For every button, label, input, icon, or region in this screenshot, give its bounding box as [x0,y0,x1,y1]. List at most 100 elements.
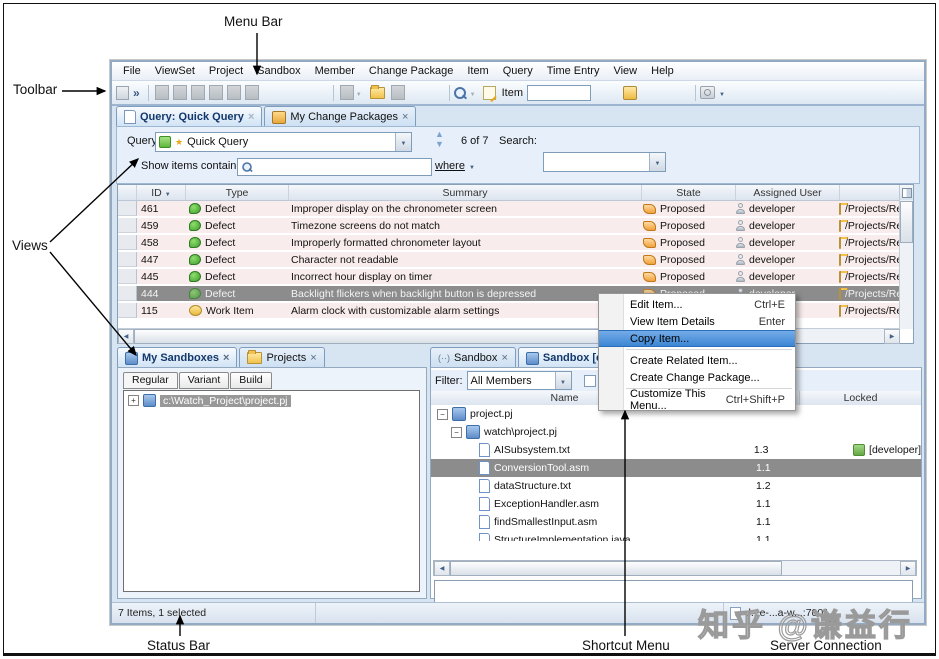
edit-item-icon[interactable] [483,86,496,100]
tab-regular[interactable]: Regular [123,372,178,389]
scroll-right-icon[interactable]: ▶ [884,329,900,344]
tab-build[interactable]: Build [230,372,271,389]
member-row[interactable]: dataStructure.txt 1.2 [431,477,921,495]
row-selector[interactable] [118,269,137,284]
member-history-icon[interactable] [340,85,354,100]
row-selector[interactable] [118,252,137,267]
menu-change-package[interactable]: Change Package [362,63,460,79]
item-row[interactable]: 447 Defect Character not readable Propos… [118,252,913,267]
member-row-selected[interactable]: ConversionTool.asm 1.1 [431,459,921,477]
check-in-icon[interactable] [227,85,241,100]
menu-viewset[interactable]: ViewSet [148,63,202,79]
edit-member-icon[interactable] [209,85,223,100]
tab-my-change-packages[interactable]: My Change Packages [264,106,416,127]
menu-item-edit-item[interactable]: Edit Item...Ctrl+E [599,296,795,313]
menu-item-view-item-details[interactable]: View Item DetailsEnter [599,313,795,330]
close-tab-icon[interactable] [223,352,229,364]
menu-member[interactable]: Member [308,63,362,79]
tab-projects[interactable]: Projects [239,347,324,368]
query-combobox[interactable]: Quick Query [155,132,412,152]
menu-file[interactable]: File [116,63,148,79]
menu-item-customize-this-menu[interactable]: Customize This Menu...Ctrl+Shift+P [599,391,795,408]
where-dropdown-arrow-icon[interactable] [469,160,475,172]
scrollbar-thumb[interactable] [900,201,913,243]
items-vertical-scrollbar[interactable] [899,200,913,329]
item-row[interactable]: 459 Defect Timezone screens do not match… [118,218,913,233]
sandbox-tree-item[interactable]: c:\Watch_Project\project.pj [124,391,419,407]
view-members-icon[interactable] [191,85,205,100]
menu-view[interactable]: View [606,63,644,79]
filter-dropdown-button[interactable] [555,372,571,389]
open-sandbox-icon[interactable] [173,85,187,100]
screenshot-icon[interactable] [700,86,715,99]
containing-input[interactable] [237,158,432,176]
menu-item-create-change-package[interactable]: Create Change Package... [599,369,795,386]
open-project-icon[interactable] [155,85,169,100]
filter-checkbox[interactable] [584,375,596,387]
row-selector[interactable] [118,235,137,250]
column-header-type[interactable]: Type [186,185,289,200]
column-header-summary[interactable]: Summary [289,185,642,200]
screenshot-dropdown-arrow-icon[interactable] [719,87,725,99]
column-header-locked[interactable]: Locked [800,391,921,405]
search-dropdown-arrow-icon[interactable] [470,87,476,99]
close-tab-icon[interactable] [248,111,254,123]
item-id-input[interactable] [527,85,591,101]
column-header-id[interactable]: ID [137,185,186,200]
members-horizontal-scrollbar[interactable]: ◀ ▶ [433,560,917,576]
menu-time-entry[interactable]: Time Entry [540,63,607,79]
member-row[interactable]: findSmallestInput.asm 1.1 [431,513,921,531]
search-icon[interactable] [454,87,466,99]
subproject-row[interactable]: watch\project.pj [431,423,921,441]
where-link[interactable]: where [435,160,475,172]
row-selector[interactable] [118,201,137,216]
expand-icon[interactable] [128,395,139,406]
close-tab-icon[interactable] [501,352,507,364]
favorite-star-icon [175,136,183,148]
menu-project[interactable]: Project [202,63,250,79]
check-out-icon[interactable] [245,85,259,100]
create-change-package-icon[interactable] [623,86,637,100]
row-selector-header[interactable] [118,185,137,200]
open-folder-icon[interactable] [370,87,385,99]
dropdown-arrow-icon[interactable] [356,87,362,99]
column-header-state[interactable]: State [642,185,736,200]
scroll-left-icon[interactable]: ◀ [118,329,134,344]
item-row[interactable]: 461 Defect Improper display on the chron… [118,201,913,216]
column-header-assigned-user[interactable]: Assigned User [736,185,840,200]
search-combobox[interactable] [543,152,666,172]
scroll-right-icon[interactable]: ▶ [900,561,916,576]
filter-combobox[interactable]: All Members [467,371,572,390]
tab-variant[interactable]: Variant [179,372,230,389]
item-row[interactable]: 445 Defect Incorrect hour display on tim… [118,269,913,284]
viewset-icon[interactable] [116,86,129,100]
menu-query[interactable]: Query [496,63,540,79]
collapse-icon[interactable] [451,427,462,438]
menu-sandbox[interactable]: Sandbox [250,63,307,79]
member-row[interactable]: AISubsystem.txt 1.3 [developer] [431,441,921,459]
column-picker-button[interactable] [899,185,913,200]
scrollbar-thumb[interactable] [450,561,782,576]
close-tab-icon[interactable] [310,352,316,364]
row-selector[interactable] [118,218,137,233]
row-selector[interactable] [118,286,137,301]
item-row[interactable]: 458 Defect Improperly formatted chronome… [118,235,913,250]
scroll-left-icon[interactable]: ◀ [434,561,450,576]
resync-icon[interactable] [391,85,405,100]
query-dropdown-button[interactable] [395,133,411,151]
member-row[interactable]: StructureImplementation.java 1.1 [431,531,921,541]
menu-item-copy-item[interactable]: Copy Item... [599,330,795,347]
collapse-icon[interactable] [437,409,448,420]
tab-sandbox[interactable]: Sandbox [430,347,516,368]
menu-item[interactable]: Item [460,63,495,79]
toolbar-overflow-chevron-icon[interactable] [133,86,140,100]
search-dropdown-button[interactable] [649,153,665,171]
tab-my-sandboxes[interactable]: My Sandboxes [117,347,237,368]
menu-help[interactable]: Help [644,63,681,79]
tab-query-quick-query[interactable]: Query: Quick Query [116,106,262,127]
member-row[interactable]: ExceptionHandler.asm 1.1 [431,495,921,513]
close-tab-icon[interactable] [402,111,408,123]
menu-item-create-related-item[interactable]: Create Related Item... [599,352,795,369]
cycle-query-arrows-icon[interactable]: ▲▼ [435,131,444,147]
row-selector[interactable] [118,303,137,318]
